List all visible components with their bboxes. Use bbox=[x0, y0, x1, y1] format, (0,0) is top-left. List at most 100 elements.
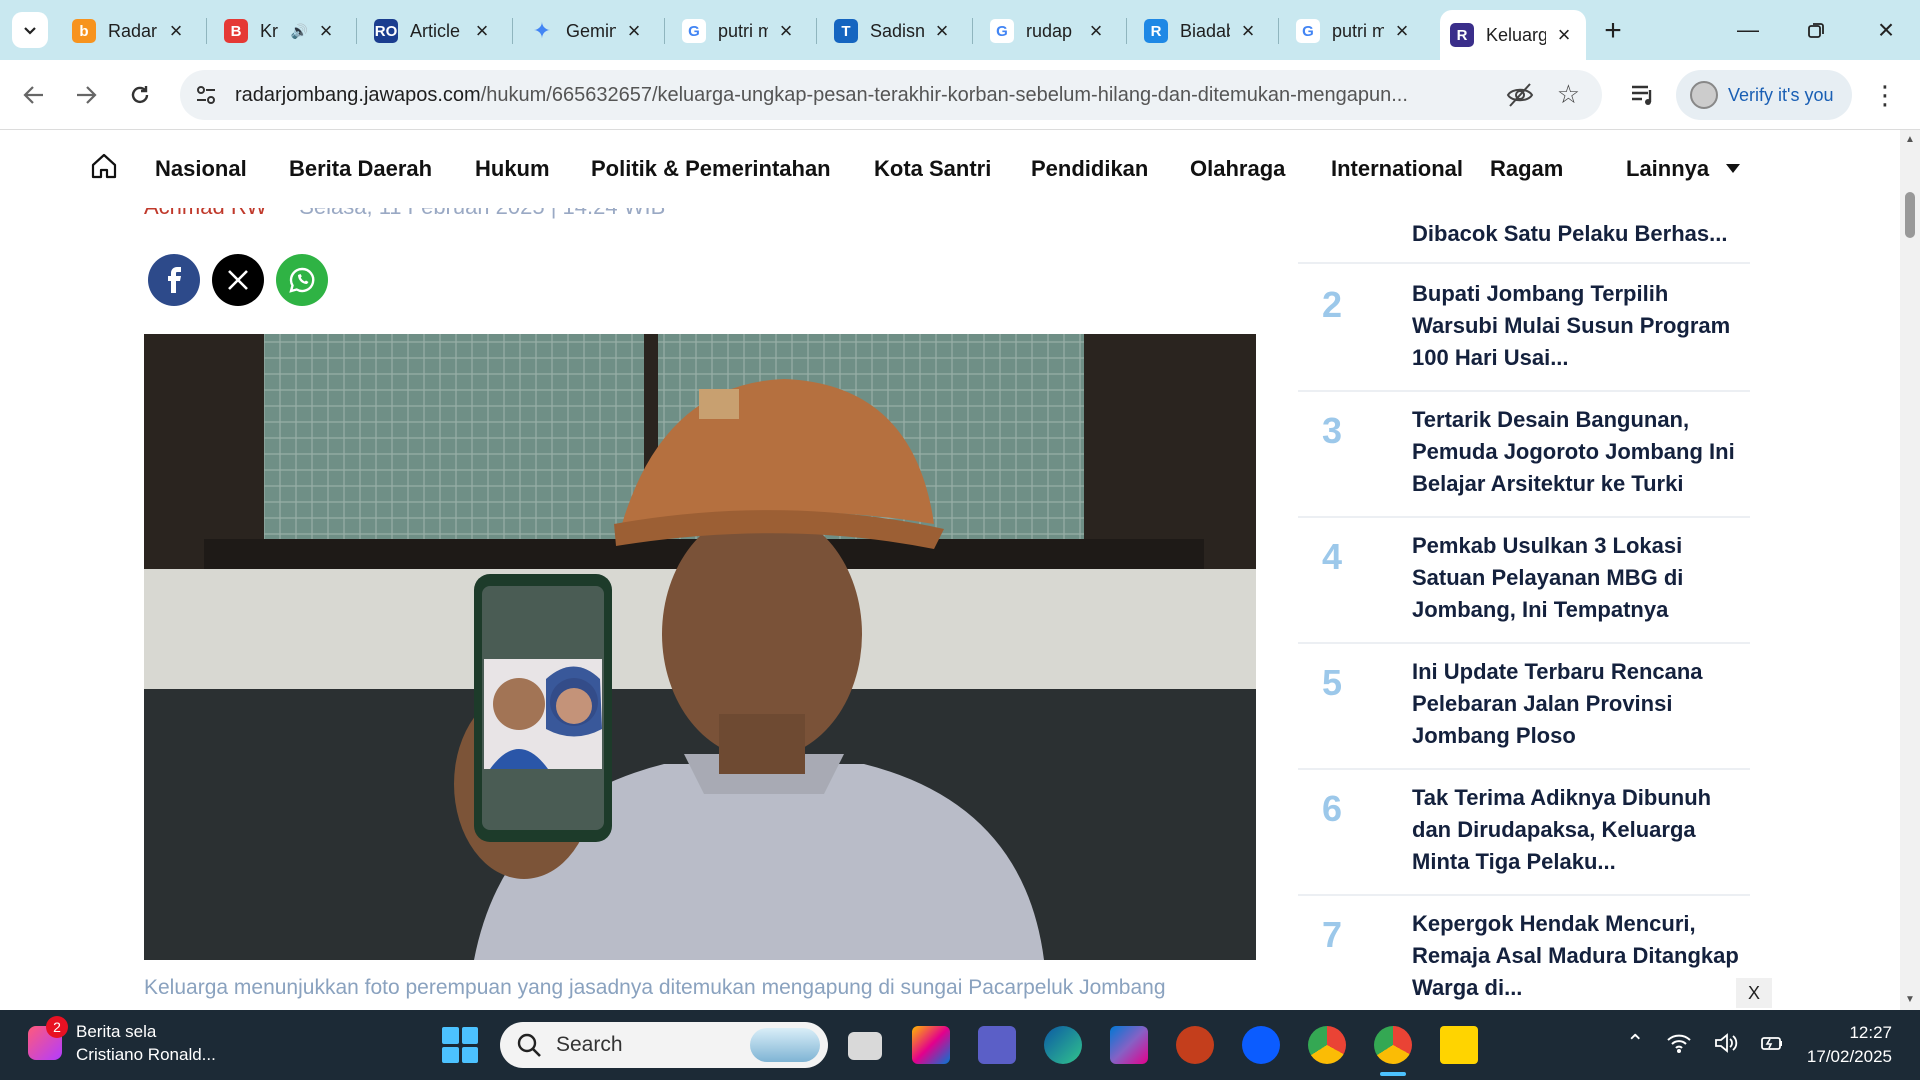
close-tab-icon[interactable]: × bbox=[1390, 18, 1414, 43]
tab[interactable]: Grudap × bbox=[980, 10, 1118, 52]
taskbar-search[interactable]: Search bbox=[500, 1022, 828, 1068]
share-facebook-button[interactable] bbox=[148, 254, 200, 306]
tab[interactable]: RO Article × bbox=[364, 10, 504, 52]
list-item[interactable]: 5 Ini Update Terbaru Rencana Pelebaran Ja… bbox=[1298, 644, 1750, 770]
tab-search-button[interactable] bbox=[12, 12, 48, 48]
page-scrollbar[interactable]: ▲ ▼ bbox=[1900, 130, 1920, 1010]
chevron-up-icon[interactable]: ⌃ bbox=[1626, 1030, 1644, 1056]
nav-item[interactable]: Kota Santri bbox=[874, 156, 991, 182]
facebook-icon bbox=[168, 267, 181, 293]
edge-icon[interactable] bbox=[1044, 1026, 1082, 1064]
chrome-icon[interactable] bbox=[1308, 1026, 1346, 1064]
sidebar-item-title[interactable]: Tertarik Desain Bangunan, Pemuda Jogorot… bbox=[1412, 404, 1742, 500]
list-item[interactable]: 2 Bupati Jombang Terpilih Warsubi Mulai S… bbox=[1298, 266, 1750, 392]
close-window-button[interactable]: × bbox=[1858, 10, 1914, 50]
share-whatsapp-button[interactable] bbox=[276, 254, 328, 306]
nav-item[interactable]: Berita Daerah bbox=[289, 156, 432, 182]
m365-icon[interactable] bbox=[1110, 1026, 1148, 1064]
nav-item[interactable]: Hukum bbox=[475, 156, 550, 182]
sidebar-item-title[interactable]: Ini Update Terbaru Rencana Pelebaran Jal… bbox=[1412, 656, 1742, 752]
tab[interactable]: B Kr 🔊 × bbox=[214, 10, 348, 52]
back-button[interactable] bbox=[14, 75, 54, 115]
nav-item[interactable]: Pendidikan bbox=[1031, 156, 1148, 182]
search-placeholder: Search bbox=[556, 1033, 623, 1056]
restore-button[interactable] bbox=[1788, 10, 1844, 50]
forward-button[interactable] bbox=[66, 75, 106, 115]
tab[interactable]: R Biadab × bbox=[1134, 10, 1270, 52]
close-tab-icon[interactable]: × bbox=[470, 18, 494, 43]
profile-button[interactable]: Verify it's you bbox=[1676, 70, 1852, 120]
article-hero-image[interactable] bbox=[144, 334, 1256, 960]
close-tab-icon[interactable]: × bbox=[164, 18, 188, 43]
chrome-profile-icon[interactable] bbox=[1374, 1026, 1412, 1064]
tab-separator bbox=[1126, 18, 1127, 44]
home-icon[interactable] bbox=[90, 152, 118, 180]
nav-item[interactable]: Nasional bbox=[155, 156, 247, 182]
address-bar[interactable]: radarjombang.jawapos.com/hukum/665632657… bbox=[180, 70, 1602, 120]
system-clock[interactable]: 12:27 17/02/2025 bbox=[1780, 1021, 1892, 1069]
minimize-button[interactable]: — bbox=[1720, 10, 1776, 50]
reload-button[interactable] bbox=[120, 75, 160, 115]
tab[interactable]: R Keluarga × bbox=[1440, 10, 1586, 60]
nav-item[interactable]: Olahraga bbox=[1190, 156, 1285, 182]
volume-icon[interactable] bbox=[1714, 1032, 1738, 1054]
browser-menu-button[interactable]: ⋮ bbox=[1870, 80, 1900, 110]
hero-photo bbox=[144, 334, 1256, 960]
close-tab-icon[interactable]: × bbox=[1236, 18, 1260, 43]
close-tab-icon[interactable]: × bbox=[1084, 18, 1108, 43]
tab-separator bbox=[206, 18, 207, 44]
clock-time: 12:27 bbox=[1849, 1023, 1892, 1042]
share-x-button[interactable] bbox=[212, 254, 264, 306]
close-tab-icon[interactable]: × bbox=[930, 18, 954, 43]
arrow-left-icon bbox=[23, 86, 43, 104]
news-icon: 2 bbox=[28, 1016, 68, 1060]
close-tab-icon[interactable]: × bbox=[774, 18, 798, 43]
url-text[interactable]: radarjombang.jawapos.com/hukum/665632657… bbox=[235, 84, 1515, 107]
speaker-icon[interactable]: 🔊 bbox=[291, 23, 308, 40]
close-tab-icon[interactable]: × bbox=[1552, 22, 1576, 47]
chevron-down-icon[interactable] bbox=[1726, 164, 1740, 173]
tab-title: Gemini bbox=[566, 20, 616, 41]
tab[interactable]: ✦ Gemini × bbox=[520, 10, 656, 52]
wifi-icon[interactable] bbox=[1666, 1032, 1692, 1054]
list-item[interactable]: 3 Tertarik Desain Bangunan, Pemuda Jogoro… bbox=[1298, 392, 1750, 518]
start-button[interactable] bbox=[442, 1027, 478, 1063]
tab[interactable]: Gputri m × bbox=[672, 10, 808, 52]
close-ad-button[interactable]: X bbox=[1736, 978, 1772, 1008]
bookmark-star-icon[interactable]: ☆ bbox=[1557, 79, 1580, 110]
close-tab-icon[interactable]: × bbox=[622, 18, 646, 43]
tab-title: Kr bbox=[260, 20, 278, 41]
tab[interactable]: T Sadisn × bbox=[824, 10, 964, 52]
list-item[interactable]: 7 Kepergok Hendak Mencuri, Remaja Asal Ma… bbox=[1298, 896, 1750, 1010]
nav-item[interactable]: International bbox=[1331, 156, 1463, 182]
tab-favicon-icon: G bbox=[682, 19, 706, 43]
tracking-protection-icon[interactable] bbox=[1506, 82, 1534, 108]
zoom-icon[interactable] bbox=[1242, 1026, 1280, 1064]
powerpoint-icon[interactable] bbox=[1176, 1026, 1214, 1064]
nav-item[interactable]: Ragam bbox=[1490, 156, 1563, 182]
task-view-icon[interactable] bbox=[848, 1032, 882, 1060]
sidebar-item-title[interactable]: Bupati Jombang Terpilih Warsubi Mulai Su… bbox=[1412, 278, 1742, 374]
sidebar-item-title[interactable]: Tak Terima Adiknya Dibunuh dan Dirudapak… bbox=[1412, 782, 1742, 878]
teams-icon[interactable] bbox=[978, 1026, 1016, 1064]
tab-favicon-icon: B bbox=[224, 19, 248, 43]
close-tab-icon[interactable]: × bbox=[314, 18, 338, 43]
list-item[interactable]: 6 Tak Terima Adiknya Dibunuh dan Dirudapa… bbox=[1298, 770, 1750, 896]
site-info-icon[interactable] bbox=[194, 83, 218, 107]
media-controls-icon[interactable] bbox=[1630, 82, 1656, 108]
tab[interactable]: Gputri m × bbox=[1286, 10, 1424, 52]
sticky-notes-icon[interactable] bbox=[1440, 1026, 1478, 1064]
nav-item[interactable]: Lainnya bbox=[1626, 156, 1709, 182]
copilot-icon[interactable] bbox=[912, 1026, 950, 1064]
nav-item[interactable]: Politik & Pemerintahan bbox=[591, 156, 831, 182]
scroll-up-arrow-icon[interactable]: ▲ bbox=[1900, 132, 1920, 148]
news-widget[interactable]: 2 Berita sela Cristiano Ronald... bbox=[28, 1016, 216, 1066]
arrow-right-icon bbox=[77, 86, 97, 104]
sidebar-item-title[interactable]: Kepergok Hendak Mencuri, Remaja Asal Mad… bbox=[1412, 908, 1742, 1004]
list-item[interactable]: 4 Pemkab Usulkan 3 Lokasi Satuan Pelayana… bbox=[1298, 518, 1750, 644]
scroll-down-arrow-icon[interactable]: ▼ bbox=[1900, 992, 1920, 1008]
scrollbar-thumb[interactable] bbox=[1905, 192, 1915, 238]
new-tab-button[interactable]: + bbox=[1596, 14, 1630, 48]
sidebar-item-title[interactable]: Pemkab Usulkan 3 Lokasi Satuan Pelayanan… bbox=[1412, 530, 1742, 626]
tab[interactable]: b Radar × bbox=[62, 10, 198, 52]
